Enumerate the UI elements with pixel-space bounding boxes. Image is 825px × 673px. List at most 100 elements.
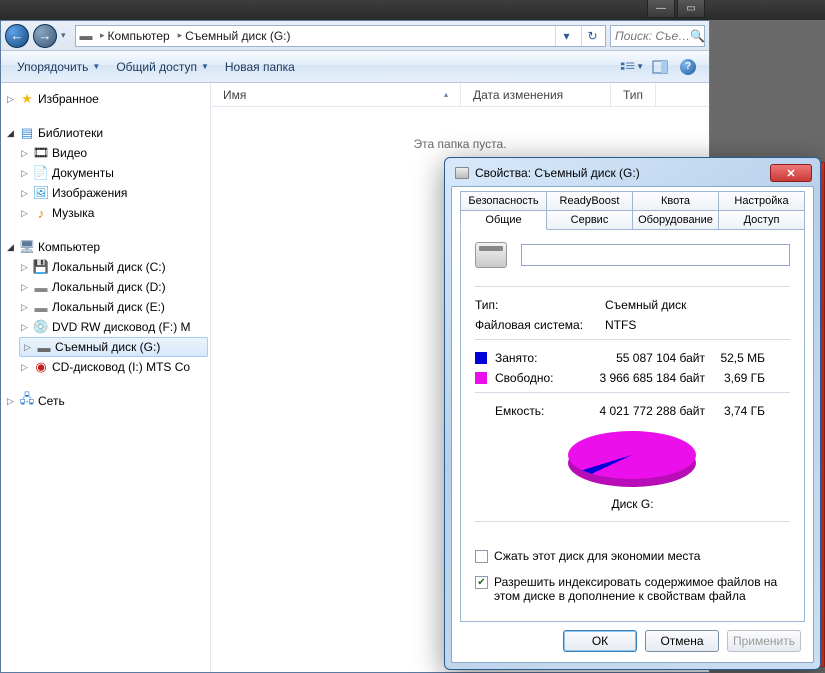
tree-computer[interactable]: ◢🖥Компьютер [1,237,210,257]
expand-icon[interactable]: ▷ [5,396,16,407]
index-label: Разрешить индексировать содержимое файло… [494,575,790,603]
tree-item-documents[interactable]: ▷📄Документы [1,163,210,183]
tree-drive-i[interactable]: ▷◉CD-дисковод (I:) MTS Co [1,357,210,377]
cd-icon: ◉ [33,359,49,375]
column-date[interactable]: Дата изменения [461,83,611,106]
pie-chart-label: Диск G: [611,497,653,511]
expand-icon[interactable]: ▷ [19,362,30,373]
column-type[interactable]: Тип [611,83,656,106]
tree-item-music[interactable]: ▷♪Музыка [1,203,210,223]
tree-drive-g[interactable]: ▷▬Съемный диск (G:) [19,337,208,357]
new-folder-button[interactable]: Новая папка [217,56,303,78]
tree-item-pictures[interactable]: ▷🖼Изображения [1,183,210,203]
collapse-icon[interactable]: ◢ [5,242,16,253]
dialog-titlebar[interactable]: Свойства: Съемный диск (G:) ✕ [451,164,814,186]
tab-general-content: Тип:Съемный диск Файловая система:NTFS З… [460,229,805,622]
drive-icon: ▬ [78,28,94,44]
forward-button[interactable]: → [33,24,57,48]
search-input[interactable]: Поиск: Съе… 🔍 [610,25,705,47]
used-color-swatch [475,352,487,364]
expand-icon[interactable]: ▷ [19,188,30,199]
type-label: Тип: [475,298,605,312]
help-button[interactable]: ? [675,56,701,78]
properties-dialog: Свойства: Съемный диск (G:) ✕ Безопаснос… [444,157,821,670]
close-button[interactable]: ✕ [770,164,812,182]
chevron-right-icon: ▸ [178,30,183,41]
column-name[interactable]: Имя▴ [211,83,461,106]
tree-favorites[interactable]: ▷★Избранное [1,89,210,109]
address-dropdown[interactable]: ▾ [555,26,577,46]
index-checkbox-row[interactable]: ✔ Разрешить индексировать содержимое фай… [475,575,790,603]
dialog-title: Свойства: Съемный диск (G:) [475,166,640,180]
organize-menu[interactable]: Упорядочить▼ [9,56,108,78]
library-icon: ▤ [19,125,35,141]
tree-drive-c[interactable]: ▷💾Локальный диск (C:) [1,257,210,277]
tree-libraries[interactable]: ◢▤Библиотеки [1,123,210,143]
preview-pane-button[interactable] [647,56,673,78]
tree-drive-e[interactable]: ▷▬Локальный диск (E:) [1,297,210,317]
tab-hardware[interactable]: Оборудование [633,210,719,230]
compress-checkbox[interactable] [475,550,488,563]
address-bar[interactable]: ▬ ▸Компьютер ▸Съемный диск (G:) ▾ ↻ [75,25,606,47]
tab-tools[interactable]: Сервис [547,210,633,230]
used-space-row: Занято: 55 087 104 байт 52,5 МБ [475,351,790,365]
tab-readyboost[interactable]: ReadyBoost [547,191,633,211]
drive-icon [455,167,469,179]
removable-drive-icon: ▬ [36,339,52,355]
expand-icon[interactable]: ▷ [19,322,30,333]
expand-icon[interactable]: ▷ [19,208,30,219]
expand-icon[interactable]: ▷ [19,282,30,293]
expand-icon[interactable]: ▷ [5,94,16,105]
capacity-row: Емкость: 4 021 772 288 байт 3,74 ГБ [475,404,790,418]
tab-general[interactable]: Общие [460,210,547,230]
refresh-button[interactable]: ↻ [581,26,603,46]
maximize-button[interactable]: ▭ [677,0,705,18]
index-checkbox[interactable]: ✔ [475,576,488,589]
music-icon: ♪ [33,205,49,221]
expand-icon[interactable]: ▷ [19,302,30,313]
search-placeholder: Поиск: Съе… [615,29,690,43]
help-icon: ? [680,59,696,75]
search-icon: 🔍 [690,29,705,43]
tab-security[interactable]: Безопасность [460,191,547,211]
chevron-right-icon: ▸ [100,30,105,41]
expand-icon[interactable]: ▷ [22,342,33,353]
breadcrumb-segment[interactable]: ▸Компьютер [98,26,172,46]
back-button[interactable]: ← [5,24,29,48]
chevron-down-icon: ▼ [201,62,209,71]
expand-icon[interactable]: ▷ [19,262,30,273]
expand-icon[interactable]: ▷ [19,148,30,159]
sort-arrow-icon: ▴ [444,90,448,99]
cancel-button[interactable]: Отмена [645,630,719,652]
pictures-icon: 🖼 [33,185,49,201]
column-headers: Имя▴ Дата изменения Тип [211,83,709,107]
tree-drive-d[interactable]: ▷▬Локальный диск (D:) [1,277,210,297]
ok-button[interactable]: ОК [563,630,637,652]
view-options-button[interactable]: ▼ [619,56,645,78]
disk-usage-pie-chart [568,431,698,493]
share-menu[interactable]: Общий доступ▼ [108,56,217,78]
compress-checkbox-row[interactable]: Сжать этот диск для экономии места [475,549,790,563]
parent-window-titlebar: — ▭ [0,0,825,20]
breadcrumb-segment[interactable]: ▸Съемный диск (G:) [176,26,293,46]
tab-quota[interactable]: Квота [633,191,719,211]
collapse-icon[interactable]: ◢ [5,128,16,139]
chevron-down-icon: ▼ [636,62,644,71]
free-space-row: Свободно: 3 966 685 184 байт 3,69 ГБ [475,371,790,385]
navigation-tree[interactable]: ▷★Избранное ◢▤Библиотеки ▷🎞Видео ▷📄Докум… [1,83,211,672]
type-value: Съемный диск [605,298,686,312]
history-dropdown[interactable]: ▾ [61,30,71,41]
filesystem-value: NTFS [605,318,636,332]
documents-icon: 📄 [33,165,49,181]
tree-item-video[interactable]: ▷🎞Видео [1,143,210,163]
chevron-down-icon: ▼ [92,62,100,71]
tab-sharing[interactable]: Доступ [719,210,805,230]
tree-drive-f[interactable]: ▷💿DVD RW дисковод (F:) M [1,317,210,337]
apply-button[interactable]: Применить [727,630,801,652]
toolbar: Упорядочить▼ Общий доступ▼ Новая папка ▼… [1,51,709,83]
drive-label-input[interactable] [521,244,790,266]
tab-customize[interactable]: Настройка [719,191,805,211]
expand-icon[interactable]: ▷ [19,168,30,179]
minimize-button[interactable]: — [647,0,675,18]
tree-network[interactable]: ▷🖧Сеть [1,391,210,411]
